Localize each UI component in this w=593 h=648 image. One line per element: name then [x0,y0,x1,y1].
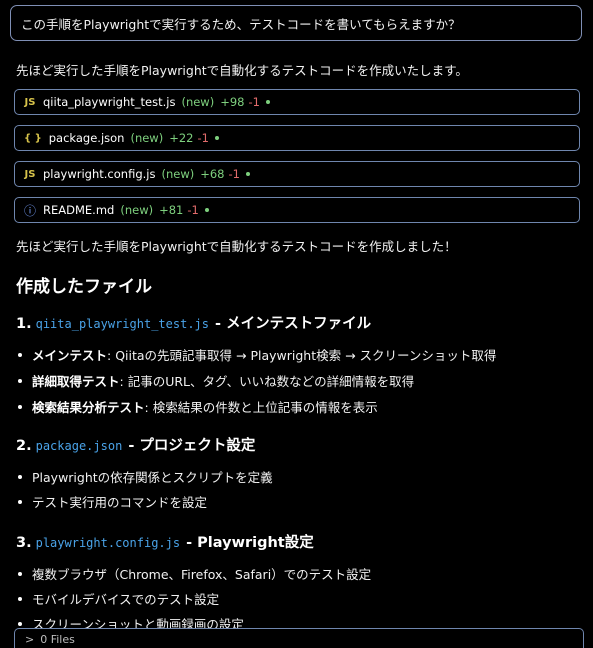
status-dot-icon [265,100,270,104]
files-count: 0 Files [40,633,75,646]
file-chip-qiita-test[interactable]: JS qiita_playwright_test.js (new) +98 -1 [14,89,580,115]
user-prompt-text: この手順をPlaywrightで実行するため、テストコードを書いてもらえますか？ [21,16,461,32]
subsection-number: 3. [16,535,32,551]
lines-added: +68 [200,167,225,181]
inline-code: playwright.config.js [35,536,181,550]
chevron-right-icon: > [25,633,35,646]
file-new-badge: (new) [161,167,195,181]
list-item: 複数ブラウザ（Chrome、Firefox、Safari）でのテスト設定 [18,564,371,583]
js-file-icon: JS [24,96,36,108]
file-name: package.json [48,131,125,145]
lines-added: +98 [220,95,245,109]
file-chip-readme[interactable]: ⓘ README.md (new) +81 -1 [14,197,580,223]
lines-removed: -1 [187,203,199,217]
subsection-title: - Playwright設定 [186,535,314,551]
list-item: メインテスト: Qiitaの先頭記事取得 → Playwright検索 → スク… [18,345,496,364]
list-item: 詳細取得テスト: 記事のURL、タグ、いいね数などの詳細情報を取得 [18,371,414,390]
status-dot-icon [245,172,250,176]
json-file-icon: { } [24,132,42,144]
files-changed-bar[interactable]: > 0 Files [14,628,584,648]
file-chip-playwright-config[interactable]: JS playwright.config.js (new) +68 -1 [14,161,580,187]
list-item: テスト実行用のコマンドを設定 [18,492,207,511]
file-name: README.md [43,203,115,217]
subsection-heading-1: 1. qiita_playwright_test.js - メインテストファイル [16,312,371,333]
file-new-badge: (new) [120,203,154,217]
js-file-icon: JS [24,168,36,180]
subsection-number: 1. [16,316,32,332]
user-prompt: この手順をPlaywrightで実行するため、テストコードを書いてもらえますか？ [10,5,582,41]
list-item: Playwrightの依存関係とスクリプトを定義 [18,467,273,486]
lines-removed: -1 [197,131,209,145]
lines-removed: -1 [248,95,260,109]
file-name: qiita_playwright_test.js [43,95,176,109]
inline-code: package.json [35,439,123,453]
inline-code: qiita_playwright_test.js [35,317,209,331]
list-item: 検索結果分析テスト: 検索結果の件数と上位記事の情報を表示 [18,397,378,416]
info-icon: ⓘ [24,203,37,218]
list-item: モバイルデバイスでのテスト設定 [18,589,219,608]
lines-added: +81 [159,203,184,217]
status-dot-icon [204,208,209,212]
lines-added: +22 [169,131,194,145]
file-name: playwright.config.js [43,167,156,181]
subsection-heading-2: 2. package.json - プロジェクト設定 [16,434,255,455]
subsection-title: - メインテストファイル [215,316,372,332]
file-new-badge: (new) [130,131,164,145]
status-dot-icon [214,136,219,140]
subsection-title: - プロジェクト設定 [128,438,256,454]
file-chip-package-json[interactable]: { } package.json (new) +22 -1 [14,125,580,151]
subsection-number: 2. [16,438,32,454]
assistant-summary: 先ほど実行した手順をPlaywrightで自動化するテストコードを作成しました！ [16,239,457,254]
assistant-intro: 先ほど実行した手順をPlaywrightで自動化するテストコードを作成いたします… [16,63,468,78]
file-new-badge: (new) [181,95,215,109]
subsection-heading-3: 3. playwright.config.js - Playwright設定 [16,531,314,552]
lines-removed: -1 [228,167,240,181]
section-heading: 作成したファイル [16,277,152,297]
